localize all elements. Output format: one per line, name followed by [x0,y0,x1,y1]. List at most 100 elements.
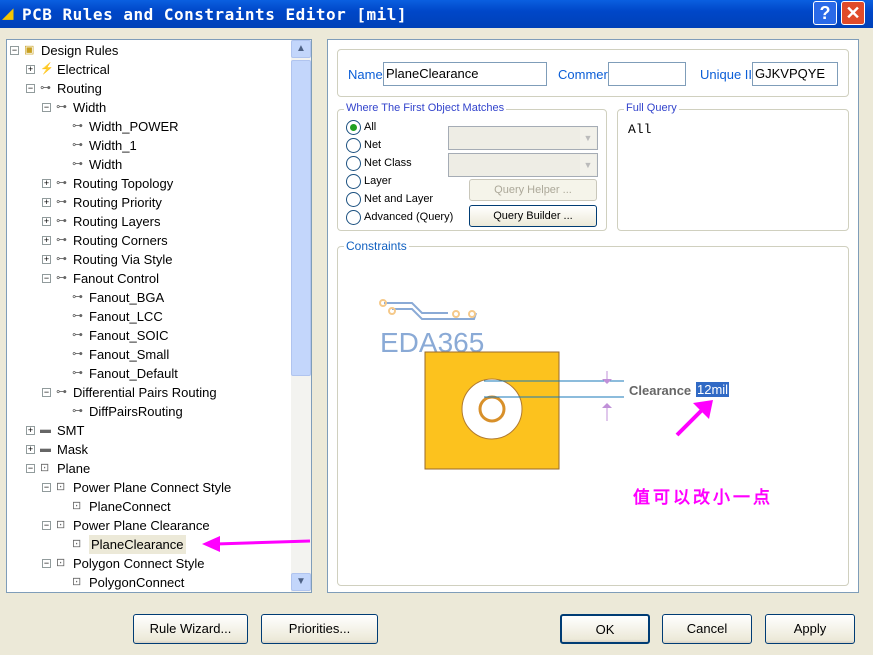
tree-item[interactable]: ⊶ Fanout_Default [7,364,287,383]
expand-icon[interactable]: + [42,236,51,245]
rule-icon: ⊶ [72,405,83,417]
radio-layer[interactable] [346,174,361,189]
selection-arrow-icon [202,536,311,552]
tree-item-label: Plane [57,461,91,476]
radio-label: Net Class [364,157,412,169]
expand-icon[interactable]: + [26,426,35,435]
collapse-icon[interactable]: − [10,46,19,55]
unique-id-input[interactable]: GJKVPQYE [752,62,838,86]
rule-detail-panel: Name PlaneClearance Commer Unique II GJK… [327,39,859,593]
expand-icon[interactable]: + [42,217,51,226]
collapse-icon[interactable]: − [42,274,51,283]
tree-item-label: Mask [57,442,89,457]
apply-button[interactable]: Apply [765,614,855,644]
rule-wizard-button[interactable]: Rule Wizard... [133,614,248,644]
name-input[interactable]: PlaneClearance [383,62,547,86]
tree-item[interactable]: + ⊶ Routing Priority [7,193,287,212]
tree-item[interactable]: + ⊶ Routing Topology [7,174,287,193]
tree-item-label: Fanout_BGA [89,290,165,305]
tree-item[interactable]: ⊶ Width_1 [7,136,287,155]
query-builder-button[interactable]: Query Builder ... [469,205,597,227]
tree-item[interactable]: ⊶ Width_POWER [7,117,287,136]
tree-item-label: Fanout_Small [89,347,170,362]
clearance-label: Clearance [629,383,692,398]
tree-scrollbar[interactable]: ▲ ▼ [291,40,311,592]
tree-item[interactable]: − ⊶ Differential Pairs Routing [7,383,287,402]
tree-item[interactable]: − ⊡ Power Plane Connect Style [7,478,287,497]
tree-item[interactable]: ⊶ Fanout_SOIC [7,326,287,345]
collapse-icon[interactable]: − [42,559,51,568]
tree-item[interactable]: ⊶ Fanout_BGA [7,288,287,307]
rules-tree: − ▣ Design Rules + ⚡ Electrical − ⊶ Routing − ⊶ Wid… [6,39,312,593]
radio-label: Net and Layer [364,193,434,205]
expand-icon[interactable]: + [26,445,35,454]
help-button[interactable]: ? [813,1,837,25]
tree-item[interactable]: ⊶ Width [7,155,287,174]
scroll-up-button[interactable]: ▲ [291,40,311,58]
radio-label: Advanced (Query) [364,211,454,223]
tree-item[interactable]: − ⊶ Fanout Control [7,269,287,288]
tree-item-label: PlaneConnect [89,499,171,514]
scroll-thumb[interactable] [291,60,311,376]
tree-item[interactable]: + ⊶ Routing Layers [7,212,287,231]
rule-icon: ⊶ [72,329,83,341]
tree-item[interactable]: − ⊡ Plane [7,459,287,478]
clearance-arrows-icon [602,371,612,421]
tree-item-label: Differential Pairs Routing [73,385,217,400]
net-combo[interactable]: ▼ [448,126,598,150]
tree-item[interactable]: + ▬ Mask [7,440,287,459]
rule-icon: ⊶ [72,310,83,322]
radio-net-class[interactable] [346,156,361,171]
constraints-title: Constraints [344,239,409,253]
ok-button[interactable]: OK [560,614,650,644]
collapse-icon[interactable]: − [42,388,51,397]
tree-item[interactable]: − ⊶ Routing [7,79,287,98]
tree-item[interactable]: − ▣ Design Rules [7,41,287,60]
tree-item-label: Fanout_SOIC [89,328,169,343]
app-icon: ◢ [2,5,14,22]
tree-item-label: Routing [57,81,102,96]
rule-icon: ⊶ [56,196,67,208]
tree-item[interactable]: + ▬ SMT [7,421,287,440]
tree-item[interactable]: − ⊶ Width [7,98,287,117]
radio-all[interactable] [346,120,361,135]
collapse-icon[interactable]: − [26,84,35,93]
collapse-icon[interactable]: − [42,103,51,112]
radio-advanced-query[interactable] [346,210,361,225]
tree-item[interactable]: − ⊡ Power Plane Clearance [7,516,287,535]
net-class-combo[interactable]: ▼ [448,153,598,177]
query-helper-button[interactable]: Query Helper ... [469,179,597,201]
tree-item[interactable]: ⊡ PolygonConnect [7,573,287,592]
tree-item[interactable]: ⊶ Fanout_Small [7,345,287,364]
tree-item[interactable]: + ⊶ Routing Via Style [7,250,287,269]
title-bar: ◢ PCB Rules and Constraints Editor [mil]… [0,0,873,28]
rule-icon: ⊶ [72,291,83,303]
tree-item[interactable]: ⊡ PlaneConnect [7,497,287,516]
expand-icon[interactable]: + [42,255,51,264]
tree-item-label: Width [73,100,107,115]
full-query-text: All [628,122,652,137]
comment-input[interactable] [608,62,686,86]
expand-icon[interactable]: + [26,65,35,74]
collapse-icon[interactable]: − [42,521,51,530]
priorities-button[interactable]: Priorities... [261,614,378,644]
radio-net[interactable] [346,138,361,153]
collapse-icon[interactable]: − [42,483,51,492]
collapse-icon[interactable]: − [26,464,35,473]
tree-item[interactable]: − ⊡ Polygon Connect Style [7,554,287,573]
tree-item[interactable]: + ⊶ Routing Corners [7,231,287,250]
clearance-value-input[interactable]: 12mil [696,382,730,397]
cancel-button[interactable]: Cancel [662,614,752,644]
expand-icon[interactable]: + [42,179,51,188]
expand-icon[interactable]: + [42,198,51,207]
scroll-down-button[interactable]: ▼ [291,573,311,591]
chevron-down-icon: ▼ [580,128,596,148]
constraints-group: Constraints EDA365 Clearance 12mil 值可以改小… [337,239,849,586]
tree-item[interactable]: ⊶ Fanout_LCC [7,307,287,326]
close-button[interactable]: ✕ [841,1,865,25]
radio-label: All [364,121,377,133]
radio-net-and-layer[interactable] [346,192,361,207]
tree-item[interactable]: + ⚡ Electrical [7,60,287,79]
tree-item[interactable]: ⊶ DiffPairsRouting [7,402,287,421]
plane-icon: ⊡ [56,557,66,569]
